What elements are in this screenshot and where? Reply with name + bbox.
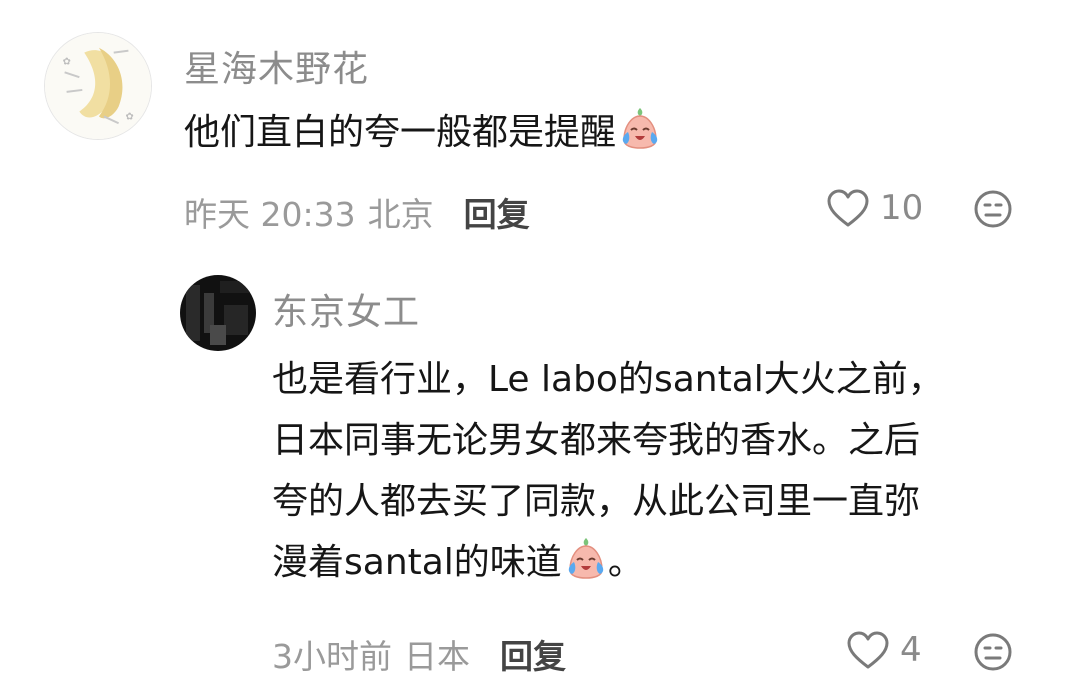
reply-username[interactable]: 东京女工 [272,283,420,335]
reply-content-line: 夸的人都去买了同款，从此公司里一直弥 [272,481,921,522]
comment-location: 北京 [367,195,434,234]
comment-content-line: 他们直白的夸一般都是提醒 [184,102,662,163]
like-button[interactable]: 4 [846,630,922,670]
reply-avatar[interactable] [180,275,256,351]
dislike-button[interactable] [973,632,1013,672]
comment-time: 昨天 20:33 [184,195,356,234]
crying-face-emoji [618,106,662,150]
reply-time: 3小时前 [272,637,392,676]
comment-content: 他们直白的夸一般都是提醒 [184,102,662,163]
like-count: 10 [880,188,924,228]
svg-text:✿: ✿ [125,111,133,122]
reply-button[interactable]: 回复 [464,188,530,236]
avatar[interactable]: ✿ ✿ [44,32,152,140]
reply-meta: 3小时前 日本 回复 [272,630,566,678]
reply-text-tail: 。 [607,542,644,583]
reply-avatar-photo [180,275,256,351]
comment-thread: ✿ ✿ 星海木野花 他们直白的夸一般都是提醒 昨天 20:33 北京 回复 10 [0,0,1079,694]
reply-content-line: 日本同事无论男女都来夸我的香水。之后 [272,420,921,461]
like-count: 4 [900,630,922,670]
reply-button[interactable]: 回复 [500,630,566,678]
reply-content-line: 漫着santal的味道 。 [272,532,944,593]
comment-username[interactable]: 星海木野花 [184,40,369,92]
dislike-button[interactable] [973,189,1013,229]
svg-text:✿: ✿ [63,56,71,67]
reply-text: 漫着santal的味道 [272,542,562,583]
heart-outline-icon [827,189,869,227]
like-button[interactable]: 10 [826,188,923,228]
heart-outline-icon [847,631,889,669]
reply-content: 也是看行业，Le labo的santal大火之前， 日本同事无论男女都来夸我的香… [272,349,944,593]
crying-face-emoji [564,536,608,580]
neutral-face-icon [974,190,1012,228]
comment-text: 他们直白的夸一般都是提醒 [184,112,617,153]
reply-location: 日本 [404,637,470,676]
avatar-drawing: ✿ ✿ [45,33,151,139]
comment-meta: 昨天 20:33 北京 回复 [184,188,530,236]
neutral-face-icon [974,633,1012,671]
reply-content-line: 也是看行业，Le labo的santal大火之前， [272,359,944,400]
